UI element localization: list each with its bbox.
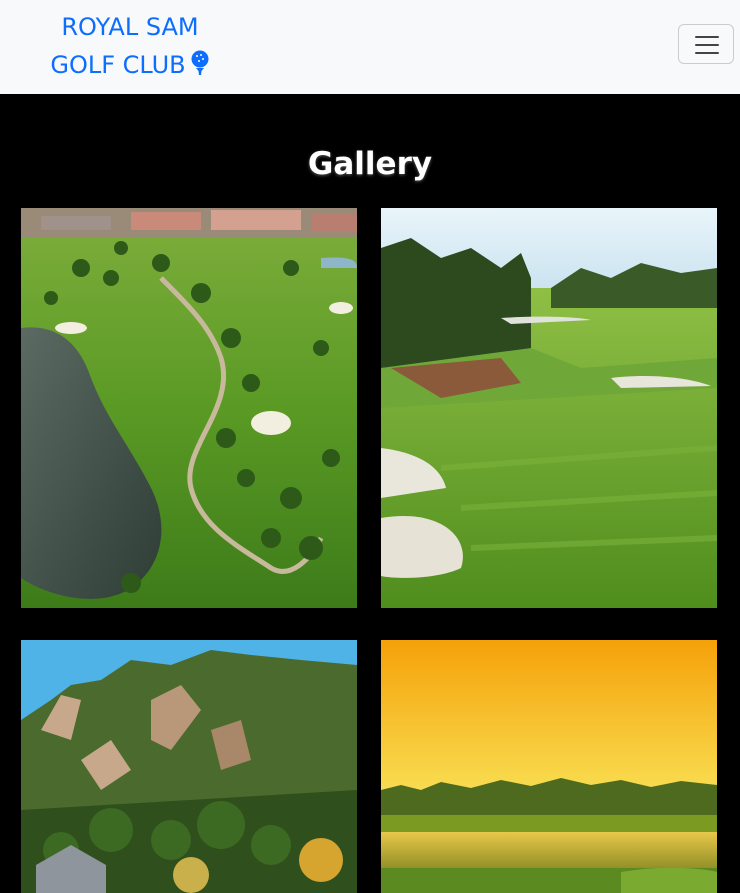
aerial-golf-course-with-lake-photo xyxy=(21,208,357,608)
brand-line-1: ROYAL SAM xyxy=(61,13,199,41)
golf-ball-tee-icon xyxy=(191,50,209,75)
brand-line-2: GOLF CLUB xyxy=(50,46,210,84)
menu-toggle-button[interactable] xyxy=(678,24,734,64)
brand-link[interactable]: ROYAL SAM GOLF CLUB xyxy=(50,8,210,84)
gallery-section: Gallery xyxy=(0,94,740,893)
green-fairway-with-pine-trees-photo xyxy=(381,208,717,608)
sunset-over-golf-course-lake-photo xyxy=(381,640,717,893)
navbar: ROYAL SAM GOLF CLUB xyxy=(0,0,740,94)
mountain-cliffs-and-forest-photo xyxy=(21,640,357,893)
gallery-title: Gallery xyxy=(307,146,433,182)
brand-line-2-text: GOLF CLUB xyxy=(50,51,186,79)
